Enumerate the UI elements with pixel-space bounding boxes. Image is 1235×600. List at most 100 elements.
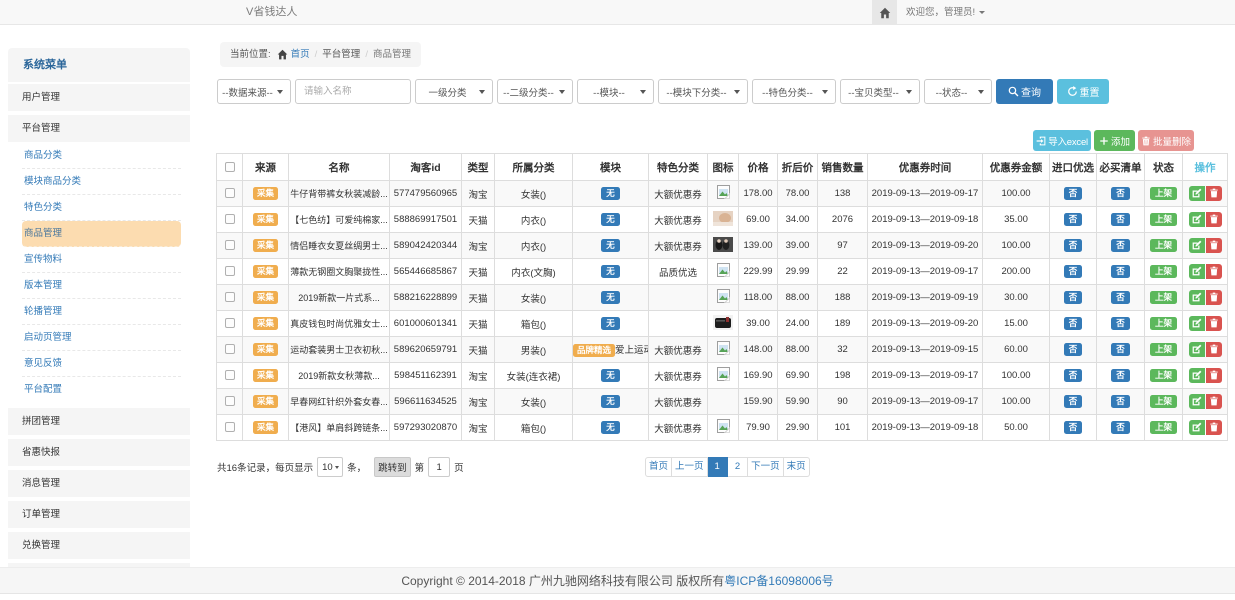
delete-button[interactable] (1206, 238, 1222, 253)
row-checkbox[interactable] (225, 344, 235, 354)
sidebar-group-用户管理[interactable]: 用户管理 (8, 84, 190, 111)
jump-page-input[interactable] (428, 457, 450, 477)
page-button-首页[interactable]: 首页 (645, 457, 672, 477)
sidebar-item-启动页管理[interactable]: 启动页管理 (22, 325, 181, 351)
edit-button[interactable] (1189, 212, 1205, 227)
imported-badge: 否 (1064, 421, 1083, 435)
source-badge: 采集 (253, 265, 278, 279)
delete-button[interactable] (1206, 264, 1222, 279)
row-checkbox[interactable] (225, 396, 235, 406)
edit-button[interactable] (1189, 420, 1205, 435)
row-checkbox[interactable] (225, 188, 235, 198)
filter-select-一级分类[interactable]: 一级分类 (415, 79, 493, 104)
table-row: 采集情侣睡衣女夏丝绸男士...589042420344淘宝内衣()无大额优惠券1… (217, 233, 1228, 259)
delete-button[interactable] (1206, 420, 1222, 435)
delete-button[interactable] (1206, 394, 1222, 409)
sidebar-item-宣传物料[interactable]: 宣传物料 (22, 247, 181, 273)
actions-cell (1183, 337, 1228, 363)
name-search-input[interactable] (295, 79, 411, 104)
import-excel-label: 导入excel (1048, 134, 1088, 148)
filter-select-数据来源[interactable]: --数据来源-- (217, 79, 291, 104)
row-checkbox[interactable] (225, 422, 235, 432)
status-badge: 上架 (1150, 421, 1177, 435)
column-header-操作: 操作 (1183, 154, 1228, 181)
delete-button[interactable] (1206, 186, 1222, 201)
filter-select-二级分类[interactable]: --二级分类-- (497, 79, 573, 104)
row-checkbox[interactable] (225, 240, 235, 250)
welcome-text: 欢迎您，管理员! (906, 7, 975, 18)
user-menu[interactable]: 欢迎您，管理员! (906, 0, 985, 25)
add-button[interactable]: 添加 (1094, 130, 1135, 151)
navbar-home-button[interactable] (872, 0, 897, 25)
price-cell: 79.90 (739, 415, 778, 441)
row-checkbox[interactable] (225, 292, 235, 302)
chevron-down-icon (479, 90, 485, 94)
sidebar-item-意见反馈[interactable]: 意见反馈 (22, 351, 181, 377)
edit-button[interactable] (1189, 342, 1205, 357)
breadcrumb-prefix: 当前位置: (230, 42, 271, 67)
edit-button[interactable] (1189, 264, 1205, 279)
delete-button[interactable] (1206, 368, 1222, 383)
delete-button[interactable] (1206, 212, 1222, 227)
type-cell: 天猫 (462, 285, 495, 311)
sidebar-item-轮播管理[interactable]: 轮播管理 (22, 299, 181, 325)
page-button-1[interactable]: 1 (708, 457, 728, 477)
filter-select-状态[interactable]: --状态-- (924, 79, 992, 104)
sales-cell: 90 (818, 389, 868, 415)
edit-button[interactable] (1189, 394, 1205, 409)
type-cell: 淘宝 (462, 363, 495, 389)
edit-button[interactable] (1189, 186, 1205, 201)
import-excel-button[interactable]: 导入excel (1033, 130, 1091, 151)
app-title: V省钱达人 (246, 0, 297, 25)
sidebar-item-版本管理[interactable]: 版本管理 (22, 273, 181, 299)
breadcrumb-home-link[interactable]: 首页 (291, 42, 310, 67)
sidebar-item-平台配置[interactable]: 平台配置 (22, 377, 181, 403)
sidebar-item-商品管理[interactable]: 商品管理 (22, 221, 181, 247)
row-checkbox[interactable] (225, 266, 235, 276)
sidebar-item-模块商品分类[interactable]: 模块商品分类 (22, 169, 181, 195)
reset-button[interactable]: 重置 (1057, 79, 1109, 104)
delete-button[interactable] (1206, 290, 1222, 305)
status-badge: 上架 (1150, 343, 1177, 357)
sidebar-item-特色分类[interactable]: 特色分类 (22, 195, 181, 221)
row-checkbox[interactable] (225, 318, 235, 328)
column-header-必买清单: 必买清单 (1097, 154, 1145, 181)
sidebar-group-平台管理[interactable]: 平台管理 (8, 115, 190, 142)
filter-select-特色分类[interactable]: --特色分类-- (752, 79, 836, 104)
chevron-down-icon (822, 90, 828, 94)
sidebar-group-订单管理[interactable]: 订单管理 (8, 501, 190, 528)
edit-button[interactable] (1189, 290, 1205, 305)
sidebar-group-省惠快报[interactable]: 省惠快报 (8, 439, 190, 466)
column-header-特色分类: 特色分类 (649, 154, 708, 181)
chevron-down-icon (734, 90, 740, 94)
sidebar-item-商品分类[interactable]: 商品分类 (22, 143, 181, 169)
sidebar-group-消息管理[interactable]: 消息管理 (8, 470, 190, 497)
imported-cell: 否 (1050, 285, 1097, 311)
page-button-末页[interactable]: 末页 (784, 457, 810, 477)
delete-button[interactable] (1206, 342, 1222, 357)
jump-button[interactable]: 跳转到 (374, 457, 411, 477)
sidebar-group-兑换管理[interactable]: 兑换管理 (8, 532, 190, 559)
edit-button[interactable] (1189, 368, 1205, 383)
page-button-上一页[interactable]: 上一页 (672, 457, 708, 477)
category-cell: 箱包() (495, 311, 573, 337)
edit-icon (1192, 266, 1202, 276)
search-button[interactable]: 查询 (996, 79, 1053, 104)
page-button-2[interactable]: 2 (728, 457, 748, 477)
edit-button[interactable] (1189, 238, 1205, 253)
filter-select-模块[interactable]: --模块-- (577, 79, 654, 104)
sidebar-group-拼团管理[interactable]: 拼团管理 (8, 408, 190, 435)
batch-delete-button[interactable]: 批量删除 (1138, 130, 1194, 151)
select-all-checkbox[interactable] (225, 162, 235, 172)
imported-cell: 否 (1050, 181, 1097, 207)
row-checkbox[interactable] (225, 370, 235, 380)
filter-select-宝贝类型[interactable]: --宝贝类型-- (840, 79, 920, 104)
delete-button[interactable] (1206, 316, 1222, 331)
copyright-text: Copyright © 2014-2018 广州九驰网络科技有限公司 版权所有 (401, 574, 724, 588)
icp-link[interactable]: 粤ICP备16098006号 (724, 574, 833, 588)
filter-select-模块下分类[interactable]: --模块下分类-- (658, 79, 748, 104)
edit-button[interactable] (1189, 316, 1205, 331)
row-checkbox[interactable] (225, 214, 235, 224)
page-button-下一页[interactable]: 下一页 (748, 457, 784, 477)
per-page-select[interactable]: 10 (317, 457, 343, 477)
